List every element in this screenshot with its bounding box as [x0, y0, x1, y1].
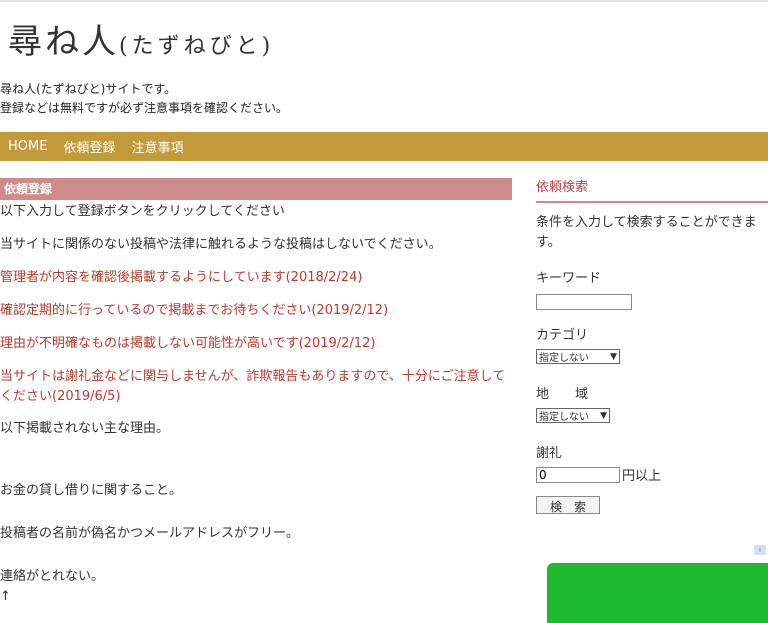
nav-item-notes[interactable]: 注意事項 [131, 137, 183, 156]
keyword-input[interactable] [536, 294, 632, 310]
notice-fraud-line-1: 当サイトは謝礼金などに関与しませんが、詐欺報告もありますので、十分にご注意して [0, 369, 506, 384]
search-description-line-2: す。 [536, 235, 561, 250]
category-select[interactable]: 指定しない ▼ [536, 349, 620, 364]
site-title-ruby: (たずねびと) [119, 34, 275, 59]
category-selected-value: 指定しない [539, 353, 589, 364]
reason-fake-name: 投稿者の名前が偽名かつメールアドレスがフリー。 [0, 526, 299, 541]
search-sidebar: 依頼検索 条件を入力して検索することができま す。 キーワード カテゴリ 指定し… [536, 176, 768, 515]
notice-unclear: 理由が不明確なものは掲載しない可能性が高いです(2019/2/12) [0, 336, 376, 351]
region-label: 地 域 [536, 387, 589, 402]
nav-item-register[interactable]: 依頼登録 [63, 137, 115, 156]
intro-line-2: 登録などは無料ですが必ず注意事項を確認ください。 [0, 101, 289, 115]
top-border [0, 0, 768, 2]
site-title-main: 尋ね人 [8, 22, 119, 62]
reason-money: お金の貸し借りに関すること。 [0, 483, 183, 498]
region-selected-value: 指定しない [539, 412, 589, 423]
site-title[interactable]: 尋ね人(たずねびと) [8, 14, 274, 63]
reward-label: 謝礼 [536, 446, 563, 461]
main-content: 依頼登録 以下入力して登録ボタンをクリックしてください 当サイトに関係のない投稿… [0, 178, 512, 607]
reward-input[interactable] [536, 466, 620, 483]
ad-banner[interactable] [547, 563, 768, 623]
reason-no-contact: 連絡がとれない。 [0, 569, 105, 584]
notice-schedule: 確認定期的に行っているので掲載までお待ちください(2019/2/12) [0, 303, 389, 318]
intro-line-1: 尋ね人(たずねびと)サイトです。 [0, 82, 177, 96]
notice-fraud-line-2: ください(2019/6/5) [0, 389, 121, 404]
chevron-down-icon: ▼ [600, 410, 607, 421]
main-heading: 依頼登録 [0, 178, 512, 200]
instruction-text: 以下入力して登録ボタンをクリックしてください [0, 204, 285, 219]
keyword-label: キーワード [536, 271, 602, 286]
chevron-down-icon: ▼ [610, 351, 617, 362]
intro-text: 尋ね人(たずねびと)サイトです。 登録などは無料ですが必ず注意事項を確認ください… [0, 80, 288, 118]
arrow-up-text: ↑ [0, 589, 11, 604]
reward-suffix: 円以上 [622, 469, 662, 484]
category-label: カテゴリ [536, 328, 589, 343]
search-heading: 依頼検索 [536, 176, 768, 203]
notice-review: 管理者が内容を確認後掲載するようにしています(2018/2/24) [0, 270, 363, 285]
main-nav: HOME 依頼登録 注意事項 [0, 132, 768, 161]
reasons-heading: 以下掲載されない主な理由。 [0, 421, 170, 436]
nav-item-home[interactable]: HOME [8, 139, 47, 154]
rule-text: 当サイトに関係のない投稿や法律に触れるような投稿はしないでください。 [0, 237, 442, 252]
region-select[interactable]: 指定しない ▼ [536, 408, 610, 423]
search-button[interactable]: 検 索 [536, 496, 600, 514]
search-description-line-1: 条件を入力して検索することができま [536, 215, 757, 230]
ad-info-icon[interactable]: i [754, 545, 766, 555]
